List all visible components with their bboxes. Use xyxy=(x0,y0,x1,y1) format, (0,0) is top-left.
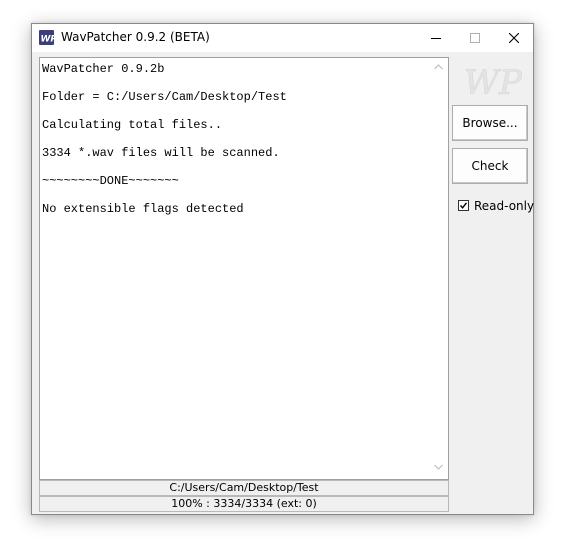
chevron-down-icon[interactable] xyxy=(434,464,443,470)
app-logo: WP xyxy=(462,61,524,104)
status-progress: 100% : 3334/3334 (ext: 0) xyxy=(39,496,449,512)
console-output[interactable]: WavPatcher 0.9.2b Folder = C:/Users/Cam/… xyxy=(39,57,449,480)
check-button[interactable]: Check xyxy=(452,148,528,184)
minimize-button[interactable] xyxy=(417,24,455,52)
readonly-label: Read-only xyxy=(474,199,535,213)
minimize-icon xyxy=(431,38,441,39)
window-title: WavPatcher 0.9.2 (BETA) xyxy=(61,30,210,44)
console-line: ~~~~~~~~DONE~~~~~~~ xyxy=(42,174,179,188)
check-icon xyxy=(459,202,468,209)
console-line: No extensible flags detected xyxy=(42,202,244,216)
console-line: Folder = C:/Users/Cam/Desktop/Test xyxy=(42,90,287,104)
maximize-button[interactable] xyxy=(456,24,494,52)
browse-button[interactable]: Browse... xyxy=(452,105,528,141)
logo-text: WP xyxy=(464,63,522,101)
chevron-up-icon[interactable] xyxy=(434,64,443,70)
console-line: Calculating total files.. xyxy=(42,118,223,132)
title-bar[interactable]: WP WavPatcher 0.9.2 (BETA) xyxy=(32,24,533,52)
readonly-checkbox[interactable] xyxy=(458,200,469,211)
console-line: 3334 *.wav files will be scanned. xyxy=(42,146,280,160)
close-button[interactable] xyxy=(495,24,533,52)
close-icon xyxy=(509,33,519,43)
console-line: WavPatcher 0.9.2b xyxy=(42,62,165,76)
app-window: WP WavPatcher 0.9.2 (BETA) WavPatcher 0.… xyxy=(31,23,534,515)
status-path: C:/Users/Cam/Desktop/Test xyxy=(39,480,449,496)
vertical-scrollbar[interactable] xyxy=(431,58,448,479)
svg-text:WP: WP xyxy=(41,35,55,45)
console-lines: WavPatcher 0.9.2b Folder = C:/Users/Cam/… xyxy=(42,62,432,230)
maximize-icon xyxy=(470,33,480,43)
app-icon: WP xyxy=(39,30,54,45)
